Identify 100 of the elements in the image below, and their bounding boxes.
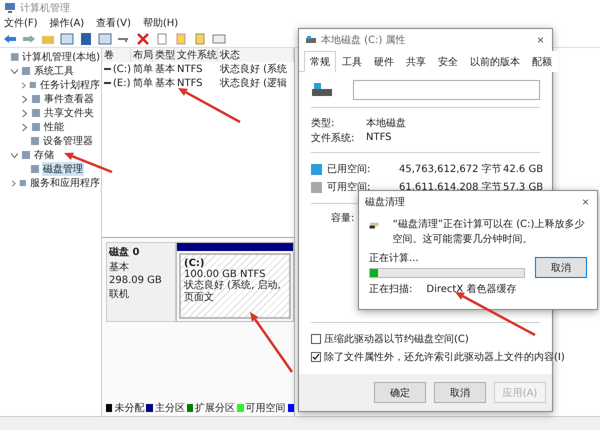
drive-icon xyxy=(104,80,111,86)
size-value: 42.6 GB xyxy=(503,164,544,174)
cancel-button[interactable]: 取消 xyxy=(535,257,587,278)
checkbox[interactable] xyxy=(311,334,321,344)
legend-label: 扩展分区 xyxy=(195,402,236,415)
dialog-button[interactable]: 取消 xyxy=(434,382,486,403)
table-cell-text: 状态良好 (系统 xyxy=(219,62,288,76)
name-field[interactable] xyxy=(353,80,540,100)
node-icon xyxy=(31,122,41,132)
field-value: 本地磁盘 xyxy=(366,116,407,130)
document-icon xyxy=(174,32,188,44)
panel-icon xyxy=(98,32,112,44)
legend-label: 可用空间 xyxy=(246,402,286,415)
table-cell-text: 简单 xyxy=(132,62,153,76)
table-cell-text: 基本 xyxy=(154,62,175,76)
annotation-arrow xyxy=(178,88,241,124)
back-arrow-icon xyxy=(3,32,17,44)
node-icon xyxy=(29,80,37,90)
tree-item[interactable]: 磁盘管理 xyxy=(42,162,84,176)
size-value: 57.3 GB xyxy=(503,182,544,192)
expand-caret-icon[interactable] xyxy=(21,96,28,102)
window-title: 计算机管理 xyxy=(20,2,70,15)
column-header[interactable]: 文件系统 xyxy=(175,48,218,62)
field-label: 文件系统: xyxy=(311,132,356,144)
expand-caret-icon[interactable] xyxy=(21,82,26,88)
node-icon xyxy=(30,164,40,174)
node-icon xyxy=(21,150,31,160)
document-icon xyxy=(155,32,169,44)
tree-item[interactable]: 存储 xyxy=(33,148,55,162)
collapse-caret-icon[interactable] xyxy=(11,68,18,74)
table-cell-text: 简单 xyxy=(132,76,153,90)
column-header[interactable]: 卷 xyxy=(102,48,131,62)
partition-block[interactable]: (C:) 100.00 GB NTFS 状态良好 (系统, 启动, 页面文 xyxy=(176,242,294,322)
node-icon xyxy=(19,178,27,188)
progress-status: 正在计算... xyxy=(369,252,420,265)
tree-item[interactable]: 服务和应用程序 xyxy=(29,176,101,190)
message-text: “磁盘清理”正在计算可以在 (C:)上释放多少空间。这可能需要几分钟时间。 xyxy=(392,218,586,247)
list-icon xyxy=(212,32,226,44)
expand-caret-icon[interactable] xyxy=(11,180,16,186)
forward-arrow-icon xyxy=(22,32,36,44)
tab[interactable]: 常规 xyxy=(304,51,336,72)
byte-count: 45,763,612,672 字节 xyxy=(399,162,499,176)
field-label: 容量: xyxy=(331,212,354,225)
drive-icon xyxy=(311,82,333,98)
dialog-title: 磁盘清理 xyxy=(365,196,406,209)
computer-icon xyxy=(4,2,16,14)
column-header[interactable]: 布局 xyxy=(131,48,153,62)
tree-item[interactable]: 计算机管理(本地) xyxy=(21,50,101,64)
table-cell-text: 基本 xyxy=(154,76,175,90)
legend-label: 未分配 xyxy=(114,402,144,415)
checkbox[interactable] xyxy=(311,352,321,362)
tree-item[interactable]: 系统工具 xyxy=(33,64,75,78)
node-icon xyxy=(31,94,41,104)
node-icon xyxy=(21,66,31,76)
annotation-arrow xyxy=(250,312,294,373)
partition-label: (C:) xyxy=(184,258,206,269)
drive-icon xyxy=(104,66,111,72)
delete-icon xyxy=(136,32,150,44)
column-header[interactable]: 状态 xyxy=(218,48,294,62)
field-label: 已用空间: xyxy=(327,162,372,176)
legend-label: 主分区 xyxy=(154,402,185,415)
expand-caret-icon[interactable] xyxy=(21,124,28,130)
disk-name: 磁盘 0 xyxy=(109,246,140,259)
collapse-caret-icon[interactable] xyxy=(11,152,18,158)
expand-caret-icon[interactable] xyxy=(21,110,28,116)
menu-item[interactable]: 查看(V) xyxy=(96,16,131,30)
drive-icon xyxy=(305,35,317,45)
table-cell: (E:) xyxy=(102,78,131,88)
field-value: NTFS xyxy=(366,132,393,143)
column-header[interactable]: 类型 xyxy=(153,48,175,62)
annotation-arrow xyxy=(64,152,112,174)
close-button[interactable]: × xyxy=(580,195,591,209)
tree-item[interactable]: 性能 xyxy=(43,120,65,134)
document-icon xyxy=(193,32,207,44)
table-cell-text: NTFS xyxy=(176,78,204,88)
tree-item[interactable]: 任务计划程序 xyxy=(39,78,101,92)
close-button[interactable]: × xyxy=(534,33,546,47)
partition-size: 100.00 GB NTFS xyxy=(184,269,266,280)
tree-item[interactable]: 设备管理器 xyxy=(42,134,94,148)
scan-label: 正在扫描: xyxy=(369,282,412,296)
node-icon xyxy=(30,136,40,146)
table-cell: (C:) xyxy=(102,64,131,74)
scan-item: DirectX 着色器缓存 xyxy=(426,282,516,296)
dialog-title: 本地磁盘 (C:) 属性 xyxy=(321,34,407,47)
dialog-button[interactable]: 确定 xyxy=(374,382,426,403)
checkbox-label: 除了文件属性外，还允许索引此驱动器上文件的内容(I) xyxy=(324,350,565,364)
node-icon xyxy=(10,52,20,62)
checkbox-label: 压缩此驱动器以节约磁盘空间(C) xyxy=(324,332,469,346)
menu-item[interactable]: 操作(A) xyxy=(50,16,84,30)
table-cell-text: NTFS xyxy=(176,64,204,74)
menu-item[interactable]: 文件(F) xyxy=(4,16,38,30)
disk-status: 联机 xyxy=(109,288,130,301)
disk-size: 298.09 GB xyxy=(109,275,163,286)
node-icon xyxy=(31,108,41,118)
tree-item[interactable]: 共享文件夹 xyxy=(43,106,95,120)
panel-icon xyxy=(60,32,74,44)
tree-item[interactable]: 事件查看器 xyxy=(43,92,95,106)
disk-type: 基本 xyxy=(109,260,130,274)
partition-status: 状态良好 (系统, 启动, 页面文 xyxy=(184,280,282,304)
menu-item[interactable]: 帮助(H) xyxy=(142,16,178,30)
